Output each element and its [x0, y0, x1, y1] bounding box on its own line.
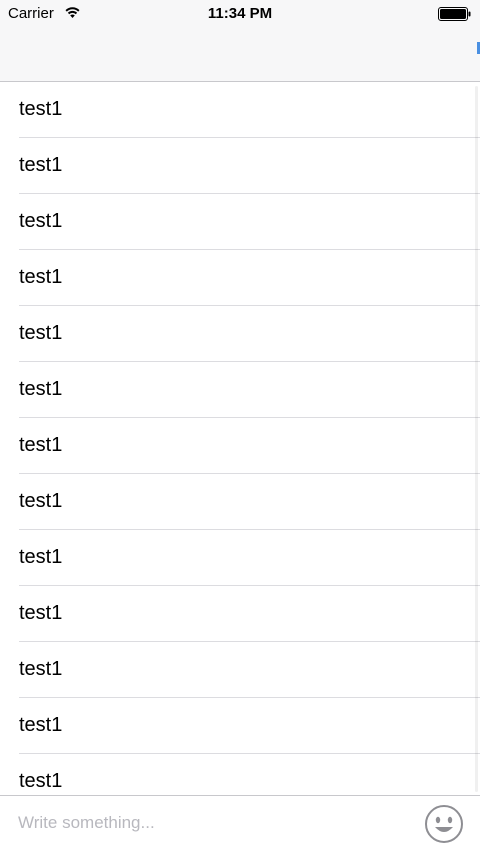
list-item[interactable]: test1: [0, 530, 480, 586]
smiley-face-icon[interactable]: [424, 804, 464, 844]
battery-icon: [438, 7, 471, 21]
list-item[interactable]: test1: [0, 642, 480, 698]
list-item-label: test1: [19, 714, 63, 736]
list-item[interactable]: test1: [0, 474, 480, 530]
list-item[interactable]: test1: [0, 362, 480, 418]
navigation-bar: [0, 28, 480, 82]
list-item[interactable]: test1: [0, 194, 480, 250]
list-item[interactable]: test1: [0, 250, 480, 306]
list-item[interactable]: test1: [0, 586, 480, 642]
list-item-label: test1: [19, 434, 63, 456]
list-item-label: test1: [19, 546, 63, 568]
list-item-label: test1: [19, 266, 63, 288]
scroll-indicator[interactable]: [475, 86, 478, 792]
clock-label: 11:34 PM: [207, 5, 273, 22]
message-input-bar: [0, 795, 480, 850]
list-item[interactable]: test1: [0, 754, 480, 795]
list-item-label: test1: [19, 210, 63, 232]
list-item[interactable]: test1: [0, 138, 480, 194]
list-item-label: test1: [19, 322, 63, 344]
list-item[interactable]: test1: [0, 82, 480, 138]
list-item[interactable]: test1: [0, 698, 480, 754]
list-item-label: test1: [19, 378, 63, 400]
top-bar: Carrier 11:34 PM: [0, 0, 480, 82]
list-item-label: test1: [19, 490, 63, 512]
chat-screen: Carrier 11:34 PM test1 test1 test1 test1 tes…: [0, 0, 480, 850]
list-item-label: test1: [19, 770, 63, 792]
list-item[interactable]: test1: [0, 306, 480, 362]
status-bar: Carrier 11:34 PM: [0, 0, 480, 28]
message-list[interactable]: test1 test1 test1 test1 test1 test1 test1 test1…: [0, 82, 480, 795]
list-item-label: test1: [19, 602, 63, 624]
list-item-label: test1: [19, 154, 63, 176]
list-item-label: test1: [19, 98, 63, 120]
list-item[interactable]: test1: [0, 418, 480, 474]
message-input[interactable]: [18, 806, 398, 840]
list-item-label: test1: [19, 658, 63, 680]
